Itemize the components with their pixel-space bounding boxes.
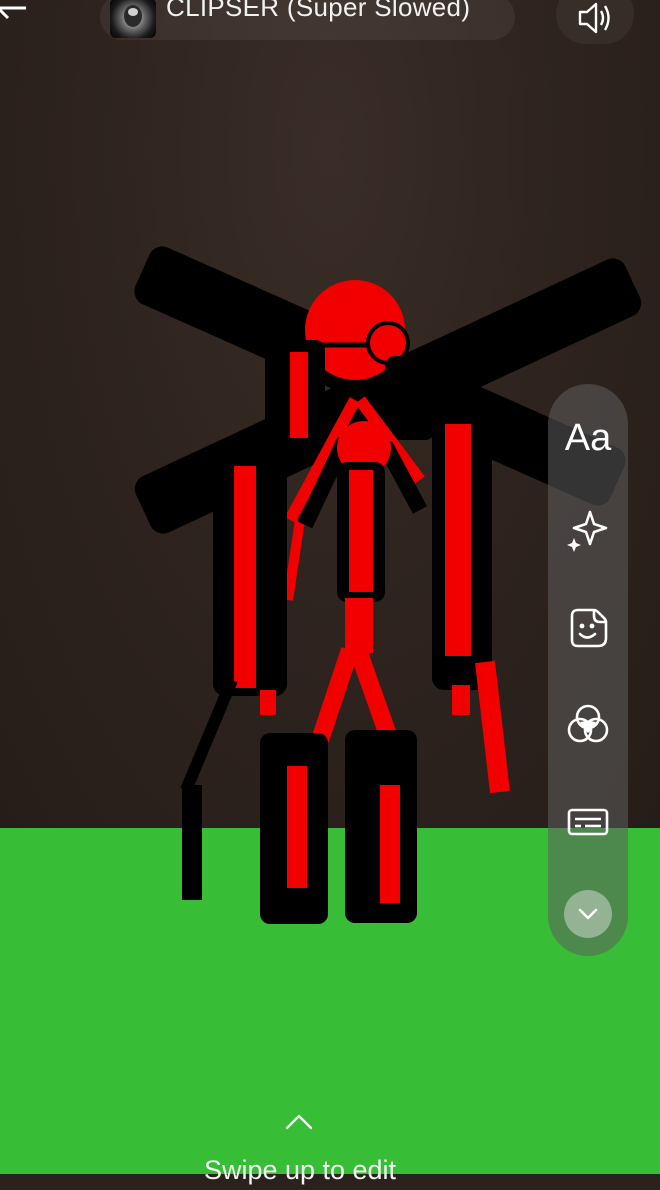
song-title: CLIPSER (Super Slowed) [166, 0, 471, 22]
sparkle-icon [567, 510, 608, 552]
sticker-icon [570, 608, 608, 648]
album-art-icon [110, 0, 156, 38]
collapse-toolbar-button[interactable] [564, 890, 612, 938]
top-bar: CLIPSER (Super Slowed) [0, 0, 660, 50]
effects-tool-button[interactable] [548, 490, 628, 570]
text-tool-button[interactable]: Aa [548, 398, 628, 478]
captions-tool-button[interactable] [548, 782, 628, 862]
captions-icon [567, 808, 609, 836]
chevron-up-icon [285, 1114, 313, 1130]
sticker-tool-button[interactable] [548, 588, 628, 668]
swipe-hint-text: Swipe up to edit [203, 1155, 397, 1185]
text-icon: Aa [564, 417, 612, 459]
filters-tool-button[interactable] [548, 684, 628, 764]
back-button[interactable] [0, 0, 32, 36]
speaker-icon [578, 2, 610, 34]
chevron-down-icon [578, 908, 598, 920]
back-arrow-icon [0, 6, 26, 20]
music-track-pill[interactable]: CLIPSER (Super Slowed) [100, 0, 515, 40]
filters-icon [567, 704, 609, 743]
volume-button[interactable] [556, 0, 634, 44]
swipe-up-hint[interactable]: Swipe up to edit [0, 1110, 600, 1185]
editing-toolbar: Aa [548, 384, 628, 956]
